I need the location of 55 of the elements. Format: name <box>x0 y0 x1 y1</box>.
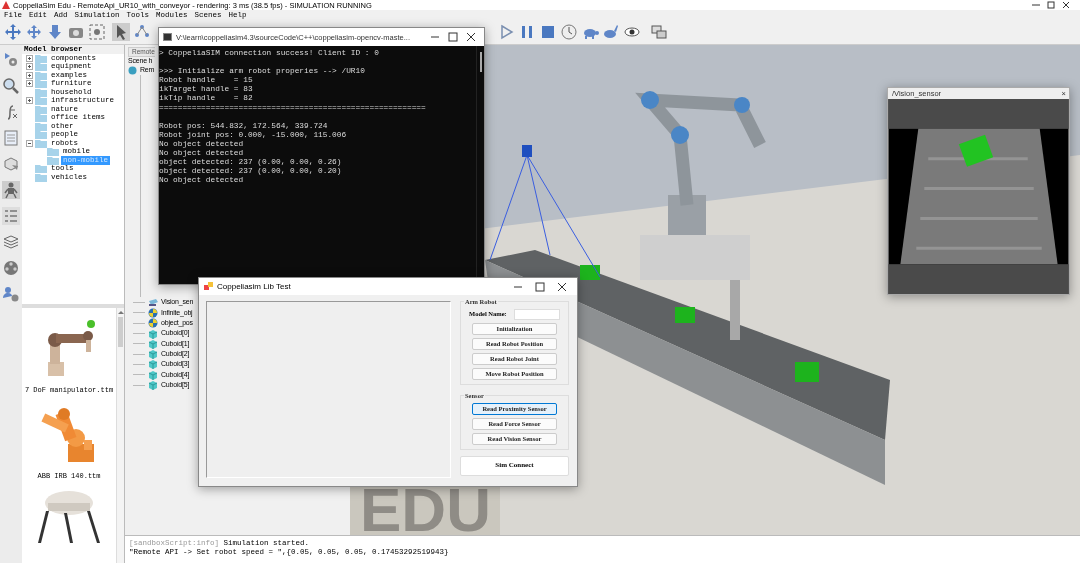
expand-icon[interactable] <box>26 71 33 79</box>
expand-icon[interactable] <box>26 80 33 88</box>
cursor-icon[interactable] <box>112 23 130 41</box>
folder-icon <box>35 138 47 148</box>
globe-icon <box>128 65 137 75</box>
user-gear-icon[interactable] <box>2 285 20 303</box>
maximize-icon[interactable] <box>446 32 460 42</box>
window-title: Coppeliasim Lib Test <box>217 281 291 292</box>
dummy-icon <box>148 318 158 329</box>
expand-icon[interactable] <box>26 54 33 62</box>
film-reel-icon[interactable] <box>2 259 20 277</box>
cube-icon <box>148 338 158 349</box>
folder-icon <box>35 104 47 114</box>
cube-icon <box>148 328 158 339</box>
restore-icon[interactable] <box>1045 1 1057 9</box>
folder-icon <box>35 121 47 131</box>
cube-icon <box>148 380 158 390</box>
expand-icon[interactable] <box>26 97 33 105</box>
minimize-icon[interactable] <box>1030 1 1042 9</box>
dummy-icon <box>148 307 158 318</box>
folder-icon <box>35 172 47 182</box>
folder-icon <box>35 113 47 123</box>
windows-icon[interactable] <box>650 23 668 41</box>
collapse-icon[interactable] <box>26 139 33 147</box>
folder-icon <box>47 155 59 165</box>
folder-icon <box>35 70 47 80</box>
terminal-icon <box>163 33 172 41</box>
four-arrows-icon[interactable] <box>4 23 22 41</box>
folder-icon <box>35 87 47 97</box>
cube-icon <box>148 359 158 370</box>
expand-icon[interactable] <box>26 63 33 71</box>
folder-icon <box>47 147 59 157</box>
frame-icon[interactable] <box>88 23 106 41</box>
cube-icon <box>148 369 158 380</box>
close-icon[interactable] <box>1060 1 1072 9</box>
sensor-icon <box>148 297 158 308</box>
folder-icon <box>35 96 47 106</box>
search-icon[interactable] <box>2 77 20 95</box>
arrows-icon[interactable] <box>25 23 43 41</box>
stop-icon[interactable] <box>539 23 557 41</box>
clock-icon[interactable] <box>560 23 578 41</box>
cube-icon <box>148 349 158 360</box>
app-icon <box>204 282 213 291</box>
down-arrow-icon[interactable] <box>46 23 64 41</box>
cube-icon[interactable] <box>2 155 20 173</box>
scroll-up-icon[interactable] <box>117 308 125 316</box>
close-icon[interactable] <box>464 32 478 42</box>
scrollbar-thumb[interactable] <box>118 317 123 347</box>
robot-icon[interactable] <box>2 181 20 199</box>
folder-icon <box>35 62 47 72</box>
list-icon[interactable] <box>2 207 20 225</box>
folder-icon <box>35 79 47 89</box>
folder-icon <box>35 130 47 140</box>
folder-icon <box>35 164 47 174</box>
layers-icon[interactable] <box>2 233 20 251</box>
